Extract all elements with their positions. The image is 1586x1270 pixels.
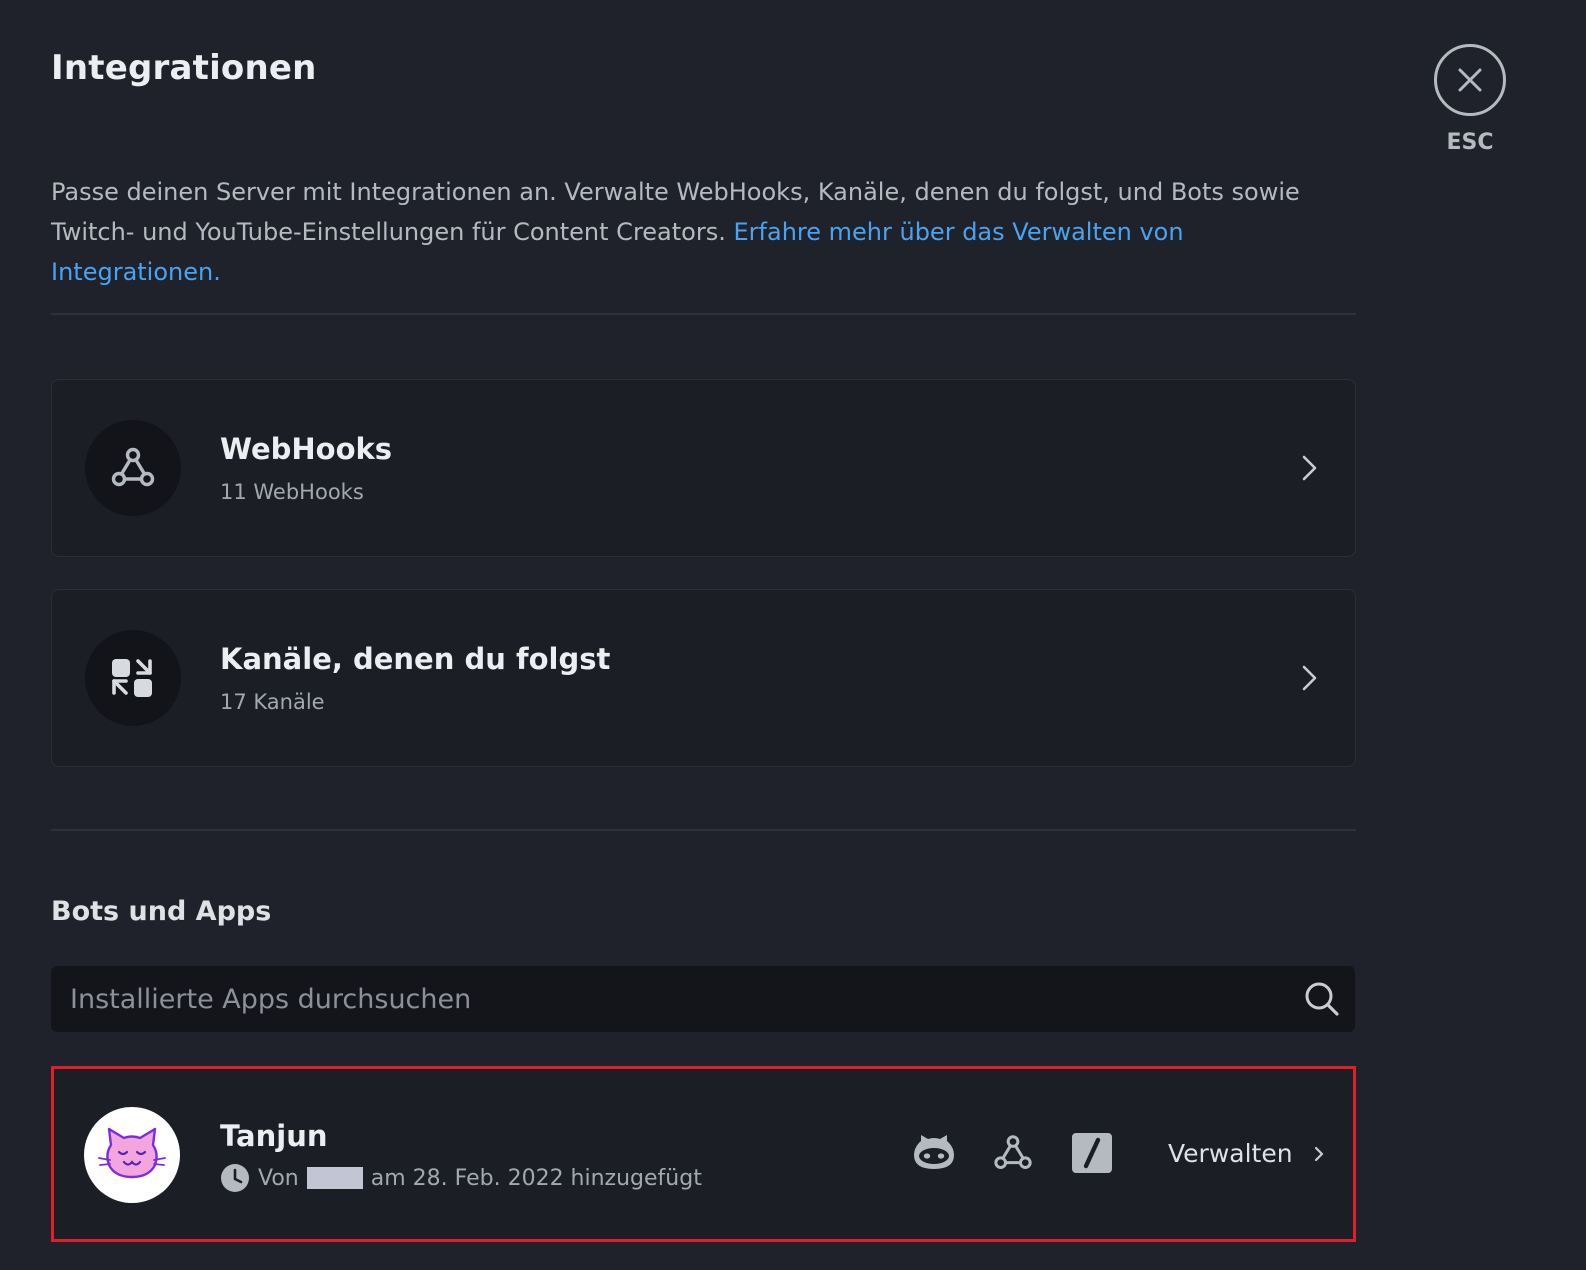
webhooks-card-subtitle: 11 WebHooks — [220, 480, 364, 504]
esc-label: ESC — [1446, 130, 1494, 155]
close-control: ESC — [1434, 44, 1506, 155]
close-button[interactable] — [1434, 44, 1506, 116]
search-icon[interactable] — [1303, 980, 1341, 1022]
added-date-text: am 28. Feb. 2022 hinzugefügt — [370, 1165, 702, 1191]
webhook-icon — [991, 1131, 1035, 1175]
followed-channels-icon — [112, 659, 152, 697]
chevron-right-icon — [1299, 454, 1319, 486]
slash-command-icon — [1070, 1131, 1114, 1175]
app-feature-badges — [912, 1131, 1149, 1175]
clock-icon — [220, 1163, 250, 1193]
cat-avatar-icon — [98, 1127, 166, 1179]
close-icon — [1458, 68, 1482, 92]
followed-channels-card-subtitle: 17 Kanäle — [220, 690, 325, 714]
manage-button[interactable]: Verwalten — [1168, 1139, 1325, 1168]
app-name: Tanjun — [220, 1119, 328, 1153]
bot-icon — [912, 1131, 956, 1175]
divider — [51, 313, 1356, 315]
chevron-right-icon — [1299, 664, 1319, 696]
page-title: Integrationen — [51, 48, 317, 88]
app-search — [51, 966, 1355, 1032]
webhooks-card-title: WebHooks — [220, 432, 393, 466]
page-description: Passe deinen Server mit Integrationen an… — [51, 172, 1361, 292]
divider — [51, 829, 1356, 831]
search-input[interactable] — [51, 966, 1281, 1032]
followed-channels-card-title: Kanäle, denen du folgst — [220, 642, 611, 676]
added-by-prefix: Von — [258, 1165, 299, 1191]
redacted-username — [306, 1167, 363, 1189]
webhooks-card[interactable]: WebHooks 11 WebHooks — [51, 379, 1356, 557]
manage-label: Verwalten — [1168, 1139, 1293, 1168]
bots-section-title: Bots und Apps — [51, 896, 272, 927]
app-row-tanjun[interactable]: Tanjun Von am 28. Feb. 2022 hinzugefügt — [51, 1066, 1356, 1242]
webhook-icon — [111, 447, 155, 487]
app-added-info: Von am 28. Feb. 2022 hinzugefügt — [220, 1163, 702, 1193]
followed-channels-card[interactable]: Kanäle, denen du folgst 17 Kanäle — [51, 589, 1356, 767]
webhooks-card-icon — [85, 420, 181, 516]
followed-channels-card-icon — [85, 630, 181, 726]
chevron-right-icon — [1313, 1145, 1325, 1163]
avatar — [84, 1107, 180, 1203]
